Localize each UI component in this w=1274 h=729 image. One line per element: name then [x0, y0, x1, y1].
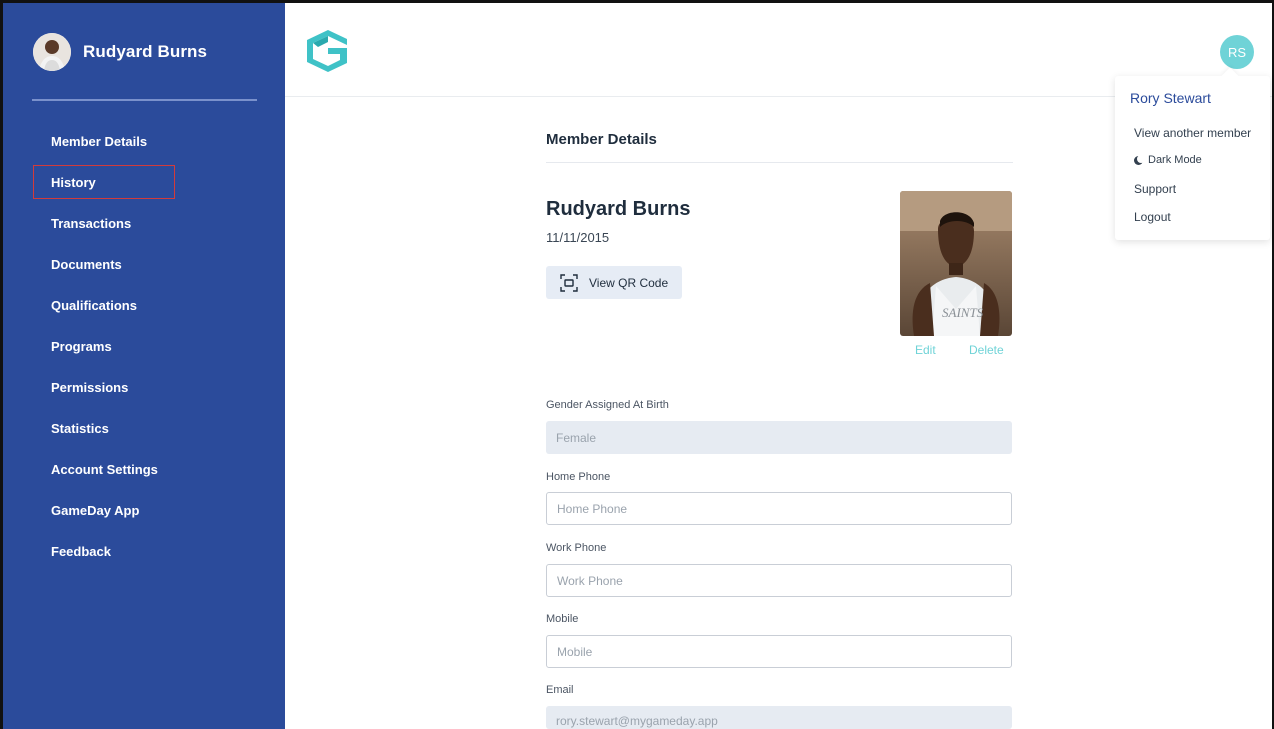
- gender-label: Gender Assigned At Birth: [546, 399, 669, 411]
- moon-icon: [1134, 154, 1145, 165]
- sidebar-item-label: Permissions: [51, 380, 129, 395]
- gameday-logo-icon[interactable]: [304, 27, 352, 75]
- qr-button-label: View QR Code: [589, 275, 669, 290]
- user-initials: RS: [1227, 44, 1247, 60]
- member-photo: SAINTS: [900, 191, 1012, 336]
- sidebar-item-label: Member Details: [51, 134, 148, 149]
- sidebar-item-statistics[interactable]: Statistics: [33, 408, 175, 449]
- dropdown-item-label: Support: [1134, 182, 1177, 196]
- sidebar-item-label: Documents: [51, 257, 122, 272]
- work-phone-label: Work Phone: [546, 542, 607, 554]
- member-dob: 11/11/2015: [546, 230, 610, 245]
- sidebar-item-feedback[interactable]: Feedback: [33, 531, 175, 572]
- email-field: rory.stewart@mygameday.app: [546, 706, 1012, 729]
- dropdown-item-label: Dark Mode: [1148, 154, 1202, 166]
- sidebar-item-label: Transactions: [51, 216, 132, 231]
- sidebar-item-qualifications[interactable]: Qualifications: [33, 285, 175, 326]
- page-title: Member Details: [546, 131, 657, 148]
- dropdown-item-label: View another member: [1134, 126, 1252, 140]
- user-dropdown-menu: Rory Stewart View another member Dark Mo…: [1115, 76, 1270, 240]
- sidebar-item-history[interactable]: History: [33, 165, 175, 199]
- qr-scan-icon: [560, 273, 578, 292]
- sidebar-item-label: Programs: [51, 339, 112, 354]
- delete-photo-link[interactable]: Delete: [969, 343, 1004, 357]
- sidebar-item-label: Feedback: [51, 544, 111, 559]
- email-value: rory.stewart@mygameday.app: [556, 714, 718, 728]
- sidebar-item-account-settings[interactable]: Account Settings: [33, 449, 175, 490]
- sidebar-nav: Member Details History Transactions Docu…: [33, 121, 175, 572]
- sidebar-item-member-details[interactable]: Member Details: [33, 121, 175, 162]
- email-label: Email: [546, 684, 574, 696]
- sidebar-item-permissions[interactable]: Permissions: [33, 367, 175, 408]
- sidebar-item-programs[interactable]: Programs: [33, 326, 175, 367]
- member-name: Rudyard Burns: [546, 198, 691, 220]
- svg-text:SAINTS: SAINTS: [942, 305, 984, 320]
- sidebar-item-documents[interactable]: Documents: [33, 244, 175, 285]
- gender-value: Female: [556, 430, 597, 445]
- sidebar: Rudyard Burns Member Details History Tra…: [3, 3, 285, 729]
- home-phone-label: Home Phone: [546, 471, 611, 483]
- sidebar-item-gameday-app[interactable]: GameDay App: [33, 490, 175, 531]
- view-qr-code-button[interactable]: View QR Code: [546, 266, 682, 299]
- sidebar-item-label: Qualifications: [51, 298, 137, 313]
- edit-photo-link[interactable]: Edit: [915, 343, 936, 357]
- user-menu-avatar[interactable]: RS: [1220, 35, 1254, 69]
- mobile-input[interactable]: [546, 635, 1012, 668]
- support-link[interactable]: Support: [1134, 182, 1176, 196]
- sidebar-item-transactions[interactable]: Transactions: [33, 203, 175, 244]
- dark-mode-toggle[interactable]: Dark Mode: [1134, 154, 1202, 166]
- sidebar-item-label: Statistics: [51, 421, 109, 436]
- dropdown-user-name: Rory Stewart: [1130, 90, 1211, 106]
- sidebar-item-label: History: [51, 174, 96, 190]
- work-phone-input[interactable]: [546, 564, 1012, 597]
- home-phone-input[interactable]: [546, 492, 1012, 525]
- gender-field: Female: [546, 421, 1012, 454]
- sidebar-divider: [32, 99, 257, 101]
- avatar: [33, 33, 71, 71]
- mobile-label: Mobile: [546, 613, 579, 625]
- sidebar-item-label: Account Settings: [51, 462, 158, 477]
- logout-link[interactable]: Logout: [1134, 210, 1171, 224]
- sidebar-item-label: GameDay App: [51, 503, 140, 518]
- view-another-member-link[interactable]: View another member: [1134, 126, 1251, 140]
- sidebar-profile[interactable]: Rudyard Burns: [33, 33, 207, 71]
- profile-name: Rudyard Burns: [83, 42, 208, 61]
- dropdown-item-label: Logout: [1134, 210, 1171, 224]
- title-divider: [546, 162, 1013, 163]
